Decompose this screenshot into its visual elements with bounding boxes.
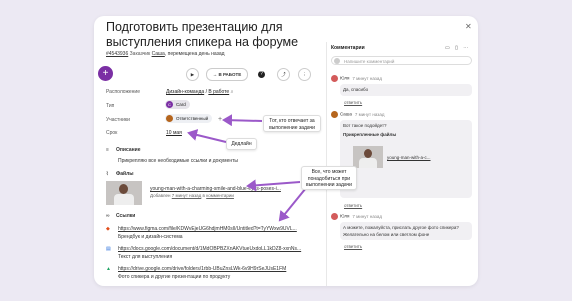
- annotation-arrows: [187, 114, 307, 222]
- callout-deadline: Дедлайн: [226, 138, 257, 150]
- callout-everything: Все, что может понадобиться при выполнен…: [301, 166, 357, 190]
- arrow-links: [278, 187, 307, 222]
- arrow-deadline: [187, 129, 227, 143]
- arrow-responsible: [222, 114, 263, 127]
- callout-responsible: Тот, кто отвечает за выполнение задачи: [263, 115, 321, 132]
- arrow-files: [246, 179, 301, 192]
